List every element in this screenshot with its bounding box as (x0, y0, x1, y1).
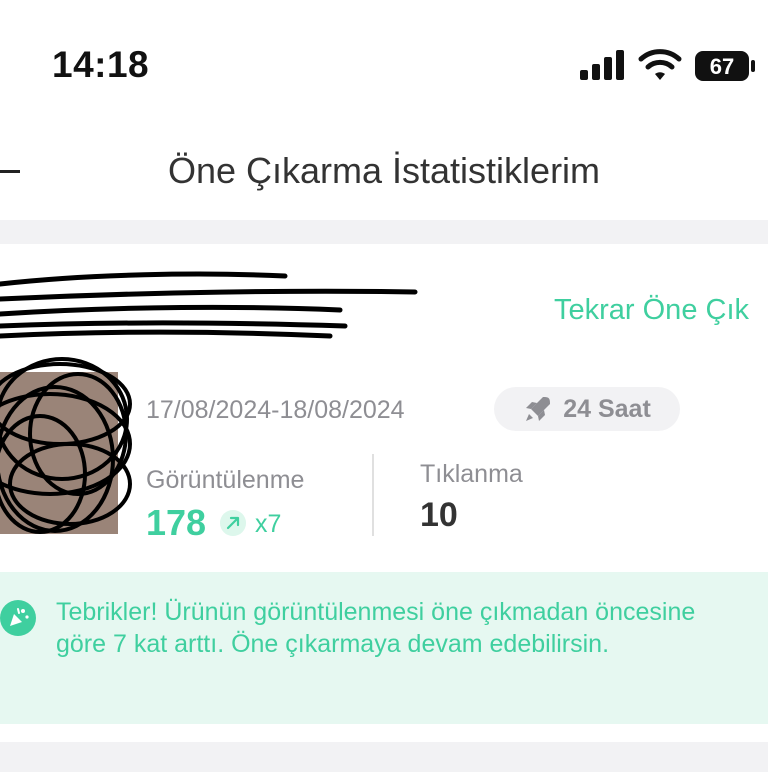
promotion-card: Tekrar Öne Çık 17/08/2024-18/08/2024 24 … (0, 244, 768, 772)
clicks-value: 10 (420, 496, 458, 534)
battery-icon: 67 (695, 51, 755, 81)
status-time: 14:18 (52, 44, 150, 85)
views-value: 178 (146, 502, 207, 543)
repromote-link[interactable]: Tekrar Öne Çık (554, 294, 749, 327)
navigation-bar: Öne Çıkarma İstatistiklerim (0, 130, 768, 220)
success-banner: Tebrikler! Ürünün görüntülenmesi öne çık… (0, 572, 768, 724)
views-multiplier: x7 (255, 510, 282, 538)
rocket-icon (526, 397, 551, 421)
party-icon (0, 600, 36, 636)
status-bar: 14:18 67 (0, 0, 768, 130)
redaction-scribble (0, 271, 418, 534)
wifi-icon (638, 49, 682, 80)
page-title: Öne Çıkarma İstatistiklerim (167, 150, 601, 191)
date-range: 17/08/2024-18/08/2024 (146, 396, 405, 424)
trend-up-icon (220, 510, 246, 536)
clicks-label: Tıklanma (420, 460, 523, 488)
views-label: Görüntülenme (146, 466, 305, 494)
signal-icon (580, 50, 624, 80)
banner-message: Tebrikler! Ürünün görüntülenmesi öne çık… (56, 598, 696, 658)
stats-divider (372, 454, 374, 536)
battery-level: 67 (710, 54, 734, 79)
duration-badge: 24 Saat (494, 387, 680, 431)
duration-text: 24 Saat (563, 394, 651, 423)
